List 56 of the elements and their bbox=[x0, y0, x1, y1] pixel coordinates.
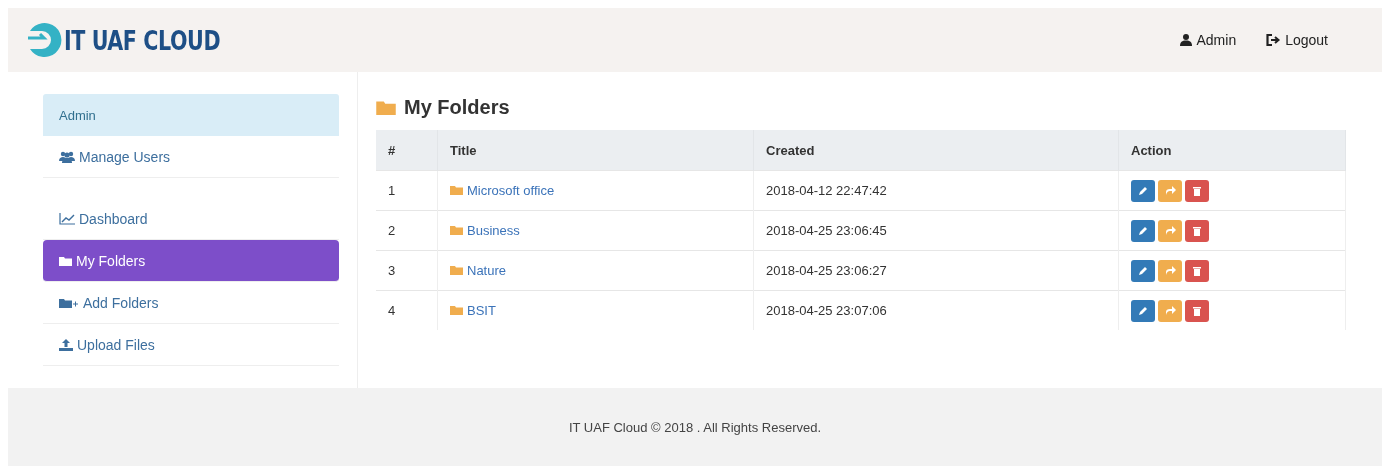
delete-button[interactable] bbox=[1185, 259, 1209, 282]
folder-icon bbox=[376, 99, 396, 115]
folder-plus-icon bbox=[59, 297, 79, 308]
edit-button[interactable] bbox=[1131, 219, 1155, 242]
brand-name: IT UAF CLOUD bbox=[64, 24, 221, 56]
column-header: Action bbox=[1118, 130, 1346, 171]
user-icon bbox=[1180, 34, 1193, 46]
folder-link[interactable]: Microsoft office bbox=[450, 182, 555, 198]
table-cell: 2018-04-25 23:07:06 bbox=[753, 290, 1119, 330]
delete-button[interactable] bbox=[1185, 179, 1209, 202]
folder-icon bbox=[450, 185, 463, 196]
folder-link[interactable]: Business bbox=[450, 222, 520, 238]
table-cell: 1 bbox=[376, 170, 438, 211]
pencil-icon bbox=[1138, 305, 1148, 316]
folder-link[interactable]: Nature bbox=[450, 262, 507, 278]
folder-icon bbox=[450, 225, 463, 236]
copyright-text: IT UAF Cloud © 2018 . All Rights Reserved. bbox=[568, 419, 822, 435]
cloud-logo-icon bbox=[26, 21, 64, 59]
user-menu-link[interactable]: Admin bbox=[1180, 32, 1237, 48]
table-cell: 2018-04-25 23:06:27 bbox=[753, 250, 1119, 291]
column-header: Created bbox=[753, 130, 1119, 171]
trash-icon bbox=[1193, 185, 1201, 196]
delete-button[interactable] bbox=[1185, 299, 1209, 322]
table-cell: 2018-04-12 22:47:42 bbox=[753, 170, 1119, 211]
users-icon bbox=[59, 150, 75, 163]
edit-button[interactable] bbox=[1131, 179, 1155, 202]
folder-icon bbox=[59, 255, 72, 266]
column-header: # bbox=[376, 130, 438, 171]
folder-icon bbox=[450, 305, 463, 316]
logout-link[interactable]: Logout bbox=[1266, 32, 1328, 48]
share-arrow-icon bbox=[1164, 226, 1176, 235]
table-cell: 3 bbox=[376, 250, 438, 291]
folder-icon bbox=[450, 265, 463, 276]
sidebar-item[interactable]: My Folders bbox=[43, 240, 339, 282]
share-arrow-icon bbox=[1164, 266, 1176, 275]
logout-icon bbox=[1266, 34, 1282, 46]
line-chart-icon bbox=[59, 212, 75, 225]
delete-button[interactable] bbox=[1185, 219, 1209, 242]
trash-icon bbox=[1193, 265, 1201, 276]
share-arrow-icon bbox=[1164, 306, 1176, 315]
pencil-icon bbox=[1138, 265, 1148, 276]
folder-link[interactable]: BSIT bbox=[450, 302, 496, 318]
column-header: Title bbox=[437, 130, 754, 171]
table-cell: 4 bbox=[376, 290, 438, 330]
sidebar-heading: Admin bbox=[43, 94, 339, 136]
upload-icon bbox=[59, 338, 73, 351]
edit-button[interactable] bbox=[1131, 259, 1155, 282]
table-cell: 2 bbox=[376, 210, 438, 251]
trash-icon bbox=[1193, 225, 1201, 236]
pencil-icon bbox=[1138, 225, 1148, 236]
share-arrow-icon bbox=[1164, 186, 1176, 195]
pencil-icon bbox=[1138, 185, 1148, 196]
trash-icon bbox=[1193, 305, 1201, 316]
edit-button[interactable] bbox=[1131, 299, 1155, 322]
page-title: My Folders bbox=[404, 95, 510, 119]
table-cell: 2018-04-25 23:06:45 bbox=[753, 210, 1119, 251]
